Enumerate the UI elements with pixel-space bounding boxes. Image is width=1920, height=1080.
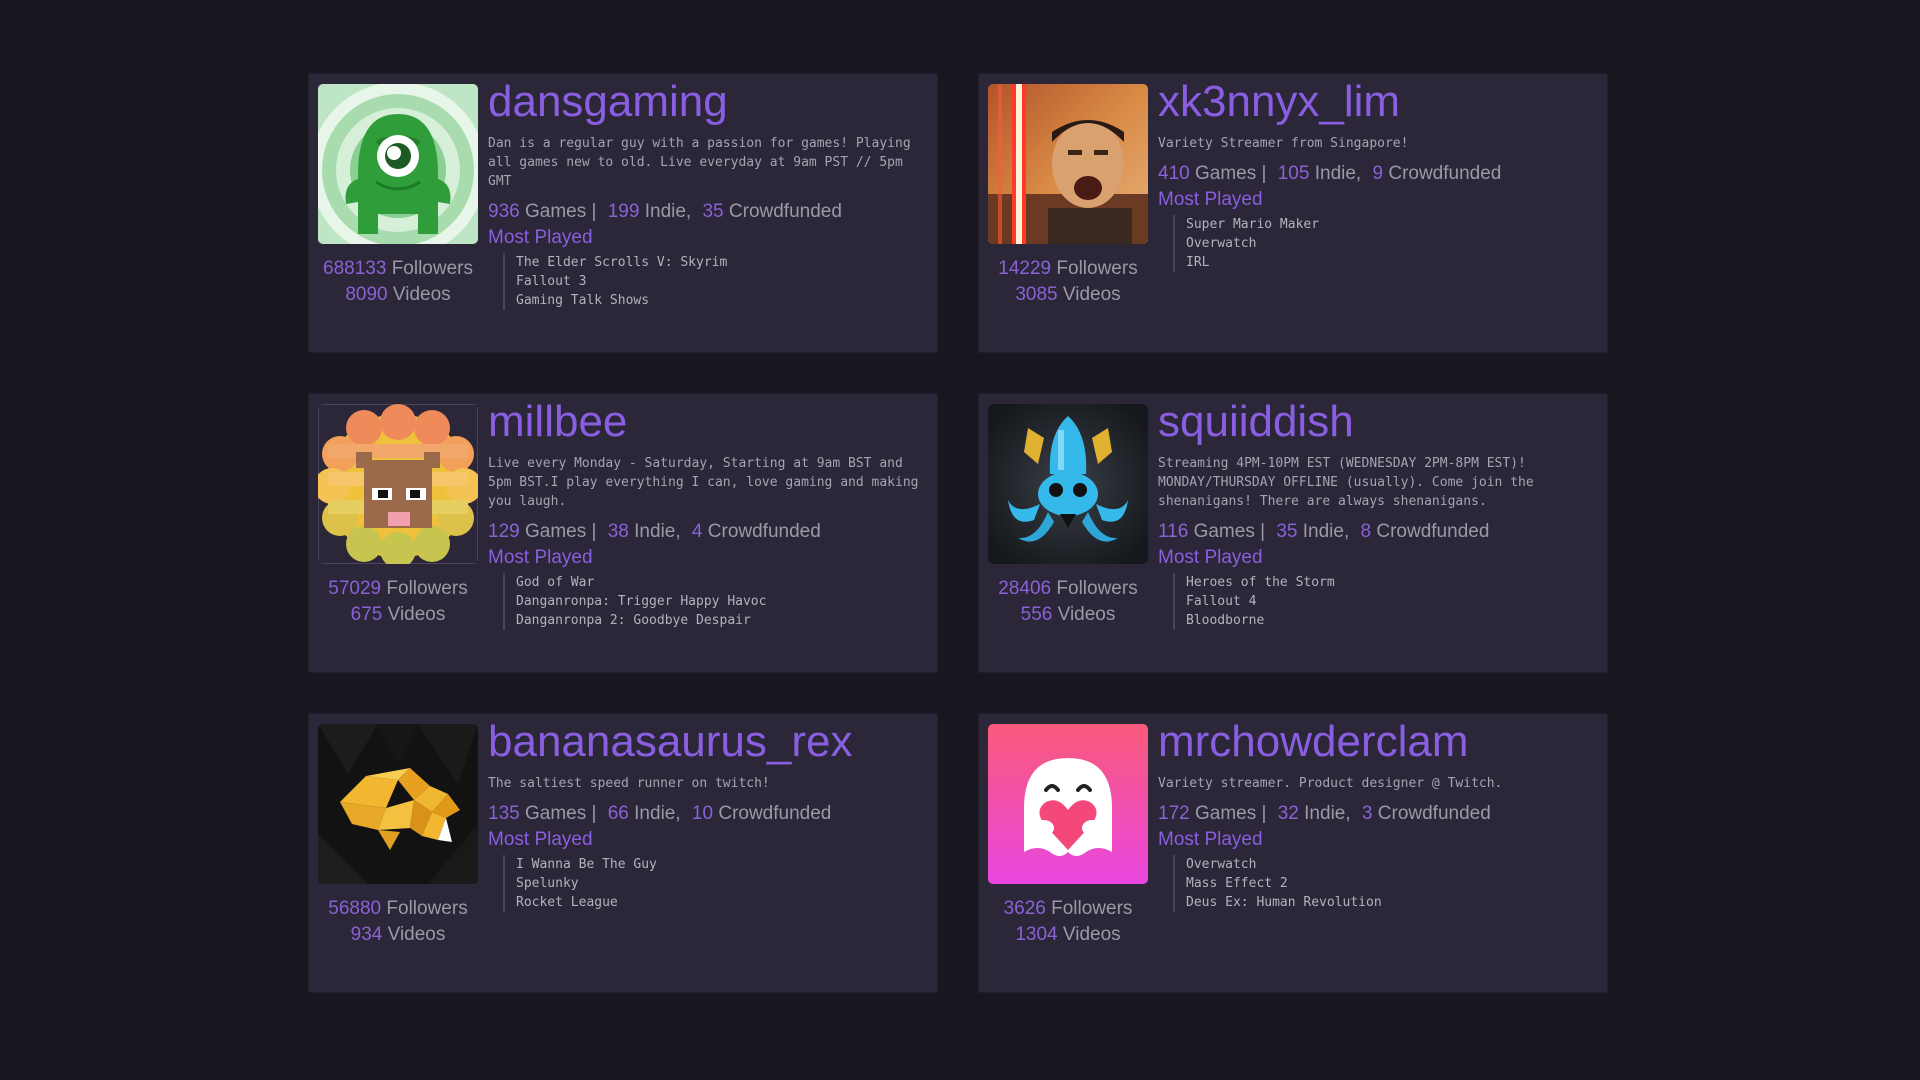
videos-count: 556 Videos	[1020, 604, 1116, 625]
streamer-info: bananasaurus_rex The saltiest speed runn…	[488, 716, 937, 912]
videos-count: 8090 Videos	[345, 284, 451, 305]
streamer-sidebar: 28406 Followers 556 Videos	[988, 404, 1148, 628]
streamer-name[interactable]: mrchowderclam	[1158, 716, 1607, 768]
streamer-description: Streaming 4PM-10PM EST (WEDNESDAY 2PM-8P…	[1158, 456, 1534, 509]
streamer-name[interactable]: dansgaming	[488, 76, 937, 128]
most-played-list: Heroes of the Storm Fallout 4 Bloodborne	[1173, 573, 1607, 630]
streamer-sidebar: 688133 Followers 8090 Videos	[318, 84, 478, 308]
list-item: God of War	[516, 575, 595, 590]
most-played-heading: Most Played	[488, 547, 593, 568]
streamer-sidebar: 57029 Followers 675 Videos	[318, 404, 478, 628]
most-played-list: Overwatch Mass Effect 2 Deus Ex: Human R…	[1173, 855, 1607, 912]
list-item: I Wanna Be The Guy	[516, 857, 657, 872]
list-item: Gaming Talk Shows	[516, 293, 650, 308]
list-item: Danganronpa 2: Goodbye Despair	[516, 613, 751, 628]
most-played-heading: Most Played	[1158, 189, 1263, 210]
ghost-heart-icon[interactable]	[988, 724, 1148, 884]
game-stats: 410 Games | 105 Indie, 9 Crowdfunded	[1158, 163, 1502, 184]
videos-count: 3085 Videos	[1015, 284, 1121, 305]
most-played-heading: Most Played	[1158, 829, 1263, 850]
streamer-description: Live every Monday - Saturday, Starting a…	[488, 456, 919, 509]
most-played-heading: Most Played	[488, 829, 593, 850]
streamer-card[interactable]: 56880 Followers 934 Videos bananasaurus_…	[308, 713, 938, 993]
list-item: Fallout 3	[516, 274, 587, 289]
videos-count: 675 Videos	[350, 604, 446, 625]
most-played-list: Super Mario Maker Overwatch IRL	[1173, 215, 1607, 272]
followers-count: 688133 Followers	[323, 258, 473, 279]
streamer-name[interactable]: squiiddish	[1158, 396, 1607, 448]
streamer-sidebar: 3626 Followers 1304 Videos	[988, 724, 1148, 948]
streamer-card[interactable]: 688133 Followers 8090 Videos dansgaming …	[308, 73, 938, 353]
lightsaber-photo-icon[interactable]	[988, 84, 1148, 244]
streamer-name[interactable]: millbee	[488, 396, 937, 448]
streamer-card[interactable]: 3626 Followers 1304 Videos mrchowderclam…	[978, 713, 1608, 993]
list-item: Danganronpa: Trigger Happy Havoc	[516, 594, 767, 609]
game-stats: 172 Games | 32 Indie, 3 Crowdfunded	[1158, 803, 1491, 824]
list-item: Overwatch	[1186, 857, 1257, 872]
streamer-sidebar: 56880 Followers 934 Videos	[318, 724, 478, 948]
squid-icon[interactable]	[988, 404, 1148, 564]
streamer-sidebar: 14229 Followers 3085 Videos	[988, 84, 1148, 308]
streamer-card[interactable]: 28406 Followers 556 Videos squiiddish St…	[978, 393, 1608, 673]
streamer-description: Dan is a regular guy with a passion for …	[488, 136, 911, 189]
streamer-name[interactable]: bananasaurus_rex	[488, 716, 937, 768]
most-played-heading: Most Played	[488, 227, 593, 248]
list-item: Deus Ex: Human Revolution	[1186, 895, 1382, 910]
game-stats: 129 Games | 38 Indie, 4 Crowdfunded	[488, 521, 821, 542]
list-item: Rocket League	[516, 895, 618, 910]
followers-count: 28406 Followers	[998, 578, 1138, 599]
green-cyclops-icon[interactable]	[318, 84, 478, 244]
streamer-info: xk3nnyx_lim Variety Streamer from Singap…	[1158, 76, 1607, 272]
followers-count: 56880 Followers	[328, 898, 468, 919]
streamer-info: millbee Live every Monday - Saturday, St…	[488, 396, 937, 630]
most-played-heading: Most Played	[1158, 547, 1263, 568]
list-item: Super Mario Maker	[1186, 217, 1320, 232]
list-item: The Elder Scrolls V: Skyrim	[516, 255, 728, 270]
most-played-list: The Elder Scrolls V: Skyrim Fallout 3 Ga…	[503, 253, 937, 310]
dinosaur-icon[interactable]	[318, 724, 478, 884]
followers-count: 3626 Followers	[1003, 898, 1133, 919]
game-stats: 135 Games | 66 Indie, 10 Crowdfunded	[488, 803, 832, 824]
followers-count: 14229 Followers	[998, 258, 1138, 279]
list-item: Mass Effect 2	[1186, 876, 1288, 891]
followers-count: 57029 Followers	[328, 578, 468, 599]
list-item: Spelunky	[516, 876, 579, 891]
streamer-description: Variety streamer. Product designer @ Twi…	[1158, 776, 1503, 791]
list-item: Fallout 4	[1186, 594, 1257, 609]
streamer-description: Variety Streamer from Singapore!	[1158, 136, 1409, 151]
game-stats: 116 Games | 35 Indie, 8 Crowdfunded	[1158, 521, 1490, 542]
streamer-name[interactable]: xk3nnyx_lim	[1158, 76, 1607, 128]
list-item: IRL	[1186, 255, 1210, 270]
streamer-grid: 688133 Followers 8090 Videos dansgaming …	[308, 73, 1608, 993]
list-item: Heroes of the Storm	[1186, 575, 1335, 590]
most-played-list: God of War Danganronpa: Trigger Happy Ha…	[503, 573, 937, 630]
streamer-info: squiiddish Streaming 4PM-10PM EST (WEDNE…	[1158, 396, 1607, 630]
streamer-info: mrchowderclam Variety streamer. Product …	[1158, 716, 1607, 912]
videos-count: 934 Videos	[350, 924, 446, 945]
streamer-description: The saltiest speed runner on twitch!	[488, 776, 770, 791]
game-stats: 936 Games | 199 Indie, 35 Crowdfunded	[488, 201, 842, 222]
videos-count: 1304 Videos	[1015, 924, 1121, 945]
streamer-card[interactable]: 57029 Followers 675 Videos millbee Live …	[308, 393, 938, 673]
streamer-info: dansgaming Dan is a regular guy with a p…	[488, 76, 937, 310]
lion-icon[interactable]	[318, 404, 478, 564]
list-item: Bloodborne	[1186, 613, 1265, 628]
streamer-card[interactable]: 14229 Followers 3085 Videos xk3nnyx_lim …	[978, 73, 1608, 353]
list-item: Overwatch	[1186, 236, 1257, 251]
most-played-list: I Wanna Be The Guy Spelunky Rocket Leagu…	[503, 855, 937, 912]
